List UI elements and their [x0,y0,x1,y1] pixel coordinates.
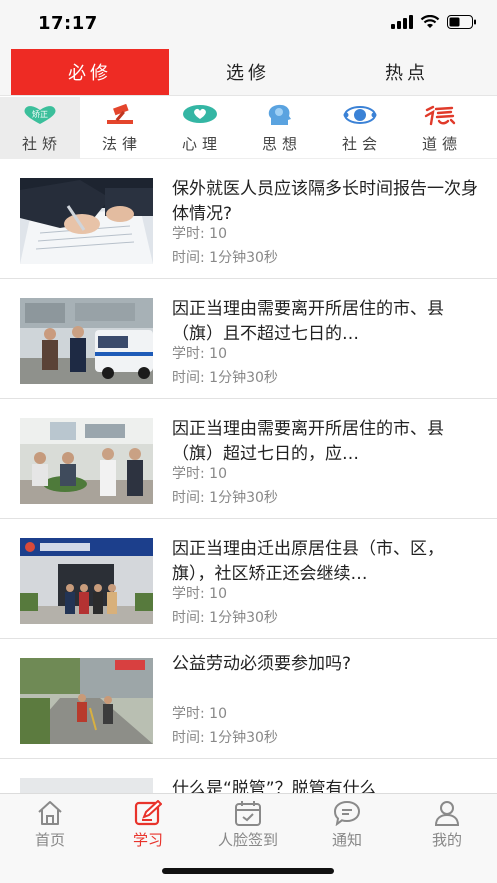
nav-study[interactable]: 学习 [103,800,193,850]
chat-bubble-icon [333,800,361,826]
nav-label: 首页 [34,831,65,849]
course-duration: 时间: 1分钟30秒 [172,250,278,266]
category-label: 思想 [261,135,302,153]
tab-elective[interactable]: 选修 [169,49,327,95]
course-hours: 学时: 10 [172,466,227,482]
course-title: 因正当理由需要离开所居住的市、县（旗）且不超过七日的… [172,299,444,344]
course-title: 公益劳动必须要参加吗? [172,654,352,674]
list-item[interactable]: 因正当理由需要离开所居住的市、县（旗）且不超过七日的… 学时: 10 时间: 1… [0,280,497,399]
course-tabs: 必修 选修 热点 [0,46,497,96]
tab-required[interactable]: 必修 [11,49,169,95]
gavel-icon [100,104,140,126]
nav-label: 通知 [331,831,362,849]
system-icons [391,15,477,29]
nav-home[interactable]: 首页 [5,800,95,850]
user-icon [434,801,460,826]
course-title: 保外就医人员应该隔多长时间报告一次身体情况? [172,179,478,224]
category-society[interactable]: 社会 [320,97,400,159]
list-item[interactable]: 公益劳动必须要参加吗? 学时: 10 时间: 1分钟30秒 [0,640,497,759]
nav-notice[interactable]: 通知 [302,800,392,850]
course-hours: 学时: 10 [172,226,227,242]
heart-chat-icon [180,104,220,126]
course-hours: 学时: 10 [172,706,227,722]
list-item[interactable]: 因正当理由迁出原居住县（市、区，旗），社区矫正还会继续… 学时: 10 时间: … [0,520,497,639]
nav-label: 学习 [132,831,163,849]
nav-label: 我的 [431,831,462,849]
category-label: 道德 [421,135,462,153]
course-hours: 学时: 10 [172,346,227,362]
edit-icon [134,800,162,826]
course-title: 因正当理由需要离开所居住的市、县（旗）超过七日的，应… [172,419,444,464]
category-law[interactable]: 法律 [80,97,160,159]
category-label: 法律 [101,135,142,153]
course-duration: 时间: 1分钟30秒 [172,730,278,746]
course-thumbnail [20,418,153,504]
nav-face-checkin[interactable]: 人脸签到 [203,800,293,850]
status-bar: 17:17 [0,0,497,46]
course-hours: 学时: 10 [172,586,227,602]
orbit-icon [340,104,380,126]
category-label: 社矫 [21,135,62,153]
signal-icon [391,15,413,29]
course-duration: 时间: 1分钟30秒 [172,490,278,506]
category-label: 心理 [181,135,222,153]
course-thumbnail [20,538,153,624]
course-thumbnail [20,658,153,744]
category-thought[interactable]: 思想 [240,97,320,159]
svg-text:矫正: 矫正 [32,109,48,119]
home-icon [38,801,62,825]
calendar-check-icon [235,801,261,826]
category-bar: 矫正 社矫 法律 心理 思想 社会 道德 [0,97,497,159]
status-time: 17:17 [38,13,98,34]
tab-hot[interactable]: 热点 [327,49,487,95]
course-title: 因正当理由迁出原居住县（市、区，旗），社区矫正还会继续… [172,539,444,584]
category-psychology[interactable]: 心理 [160,97,240,159]
battery-icon [447,15,476,29]
list-item[interactable]: 因正当理由需要离开所居住的市、县（旗）超过七日的，应… 学时: 10 时间: 1… [0,400,497,519]
category-correction[interactable]: 矫正 社矫 [0,97,80,159]
course-thumbnail [20,298,153,384]
nav-mine[interactable]: 我的 [402,800,492,850]
list-item[interactable]: 保外就医人员应该隔多长时间报告一次身体情况? 学时: 10 时间: 1分钟30秒 [0,160,497,279]
head-brain-icon [260,104,300,126]
calligraphy-de-icon [420,104,460,126]
wifi-icon [420,15,440,28]
course-duration: 时间: 1分钟30秒 [172,610,278,626]
course-thumbnail [20,178,153,264]
heart-badge-icon: 矫正 [20,104,60,126]
home-indicator [162,868,334,874]
course-duration: 时间: 1分钟30秒 [172,370,278,386]
category-morality[interactable]: 道德 [400,97,480,159]
category-label: 社会 [341,135,382,153]
nav-label: 人脸签到 [217,831,278,849]
